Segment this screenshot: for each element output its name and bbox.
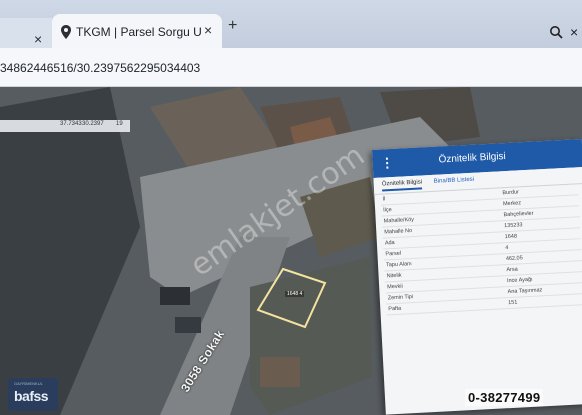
zoom-icon[interactable] [549,25,563,39]
coord-lat: 37.7343 [60,121,82,127]
agency-logo: GAYRİMENKUL bafss [8,378,58,411]
row-value: Bahçelievler [503,210,534,219]
row-value: 4 [505,245,509,252]
row-label: Mahalle No [384,228,413,236]
row-label: Ada [384,239,395,247]
row-value: Ana Taşınmaz [507,287,543,296]
row-label: Pafta [388,305,402,313]
tab-previous[interactable] [0,18,52,48]
row-value: Ince Ayağı [506,276,533,285]
logo-subtitle: GAYRİMENKUL [14,381,43,386]
address-bar[interactable]: 34862446516/30.2397562295034403 [0,48,582,87]
row-value: 151 [508,299,518,307]
browser-tab-bar: × TKGM | Parsel Sorgu Uygulamas × + × [0,0,582,48]
tab-building-list[interactable]: Bina/BB Listesi [434,177,475,185]
row-value: Merkez [502,200,522,208]
row-value: 462,05 [505,255,523,263]
tab-close-icon[interactable]: × [204,23,212,37]
row-label: İlçe [383,207,392,214]
row-value: Arsa [506,266,518,274]
row-label: Zemin Tipi [387,294,414,302]
coord-zoom: 19 [116,121,123,127]
row-value: 135233 [504,222,523,230]
tab-tkgm[interactable]: TKGM | Parsel Sorgu Uygulamas × [52,14,222,48]
tab-previous-close-icon[interactable]: × [34,32,42,46]
location-pin-icon [61,25,71,39]
tab-title: TKGM | Parsel Sorgu Uygulamas [76,25,202,39]
panel-title: Öznitelik Bilgisi [438,151,507,166]
row-label: İl [382,196,386,203]
logo-text: bafss [14,388,49,404]
window-close-icon[interactable]: × [570,25,578,39]
coord-lon: 30.2397 [82,121,104,127]
panel-menu-icon[interactable]: ⋮ [380,155,394,172]
row-label: Parsel [385,250,402,258]
phone-number: 0-38277499 [465,389,544,406]
url-text[interactable]: 34862446516/30.2397562295034403 [0,61,200,75]
row-label: Nitelik [386,272,402,280]
tab-attribute-info[interactable]: Öznitelik Bilgisi [381,179,423,192]
row-value: Burdur [502,189,520,197]
parcel-label[interactable]: 1648 4 [285,291,305,297]
row-label: Mahalle/Köy [383,216,415,225]
new-tab-button[interactable]: + [228,18,237,34]
attribute-panel: ⋮ Öznitelik Bilgisi Öznitelik Bilgisi Bi… [372,139,582,415]
row-value: 1648 [504,233,518,241]
row-label: Mevkii [387,283,403,291]
coordinate-readout: 37.7343 30.2397 19 [0,120,130,132]
row-label: Tapu Alanı [385,261,412,269]
